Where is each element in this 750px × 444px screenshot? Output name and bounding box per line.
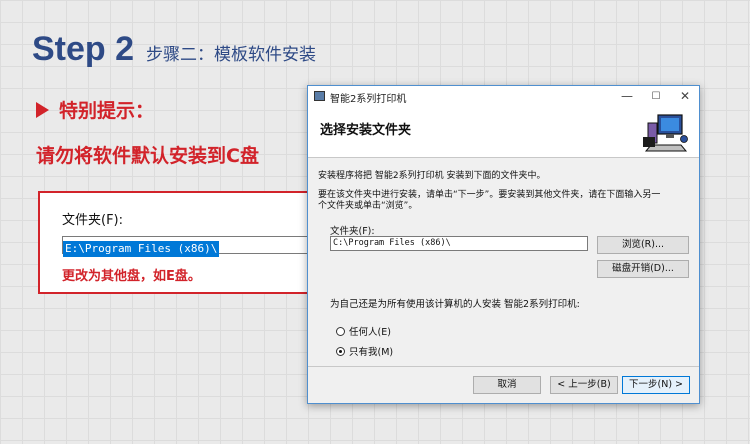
callout-note: 更改为其他盘，如E盘。 <box>62 269 201 284</box>
install-for-text: 为自己还是为所有使用该计算机的人安装 智能2系列打印机: <box>330 299 580 310</box>
instruction-line-1: 要在该文件夹中进行安装，请单击“下一步”。要安装到其他文件夹，请在下面输入另一 <box>318 190 661 200</box>
next-button[interactable]: 下一步(N) > <box>622 376 690 394</box>
computer-setup-icon <box>643 114 688 152</box>
folder-path-input[interactable]: C:\Program Files (x86)\ <box>330 236 588 251</box>
browse-button[interactable]: 浏览(R)... <box>597 236 689 254</box>
tip-heading-text: 特别提示： <box>59 100 155 122</box>
slide-heading: Step 2 步骤二：模板软件安装 <box>32 30 316 74</box>
dialog-header: 选择安装文件夹 <box>308 107 699 158</box>
folder-label: 文件夹(F): <box>330 226 375 237</box>
radio-everyone-circle[interactable] <box>336 326 345 336</box>
window-title: 智能2系列打印机 <box>330 94 407 105</box>
close-button[interactable]: ✕ <box>671 87 699 106</box>
maximize-button[interactable]: ☐ <box>642 87 670 106</box>
callout-folder-value: E:\Program Files (x86)\ <box>63 241 220 257</box>
step-title: Step 2 <box>32 30 135 68</box>
instruction-line-2: 个文件夹或单击“浏览”。 <box>318 201 418 211</box>
play-triangle-icon <box>36 101 49 118</box>
callout-folder-label: 文件夹(F): <box>62 213 124 228</box>
radio-everyone-label: 任何人(E) <box>349 327 391 338</box>
tip-heading: 特别提示： <box>36 96 154 123</box>
disk-cost-button[interactable]: 磁盘开销(D)... <box>597 260 689 278</box>
radio-just-me-circle[interactable] <box>336 346 345 356</box>
intro-text: 安装程序将把 智能2系列打印机 安装到下面的文件夹中。 <box>318 171 546 181</box>
minimize-button[interactable]: — <box>613 87 641 106</box>
instruction-text: 请勿将软件默认安装到C盘 <box>36 145 259 167</box>
zoom-callout: 文件夹(F): E:\Program Files (x86)\ 更改为其他盘，如… <box>38 191 314 294</box>
radio-everyone[interactable]: 任何人(E) <box>336 324 391 338</box>
callout-folder-input[interactable]: E:\Program Files (x86)\ <box>62 236 314 257</box>
app-icon <box>314 91 325 101</box>
installer-window: 智能2系列打印机 — ☐ ✕ 选择安装文件夹 安装程序将把 智能2系列打印机 安… <box>307 85 700 404</box>
title-bar: 智能2系列打印机 — ☐ ✕ <box>308 86 699 107</box>
footer-divider <box>308 366 699 367</box>
radio-just-me-label: 只有我(M) <box>349 347 394 358</box>
cancel-button[interactable]: 取消 <box>473 376 541 394</box>
back-button[interactable]: < 上一步(B) <box>550 376 618 394</box>
dialog-header-title: 选择安装文件夹 <box>320 123 412 138</box>
radio-just-me[interactable]: 只有我(M) <box>336 344 393 358</box>
step-subtitle: 步骤二：模板软件安装 <box>146 45 317 65</box>
